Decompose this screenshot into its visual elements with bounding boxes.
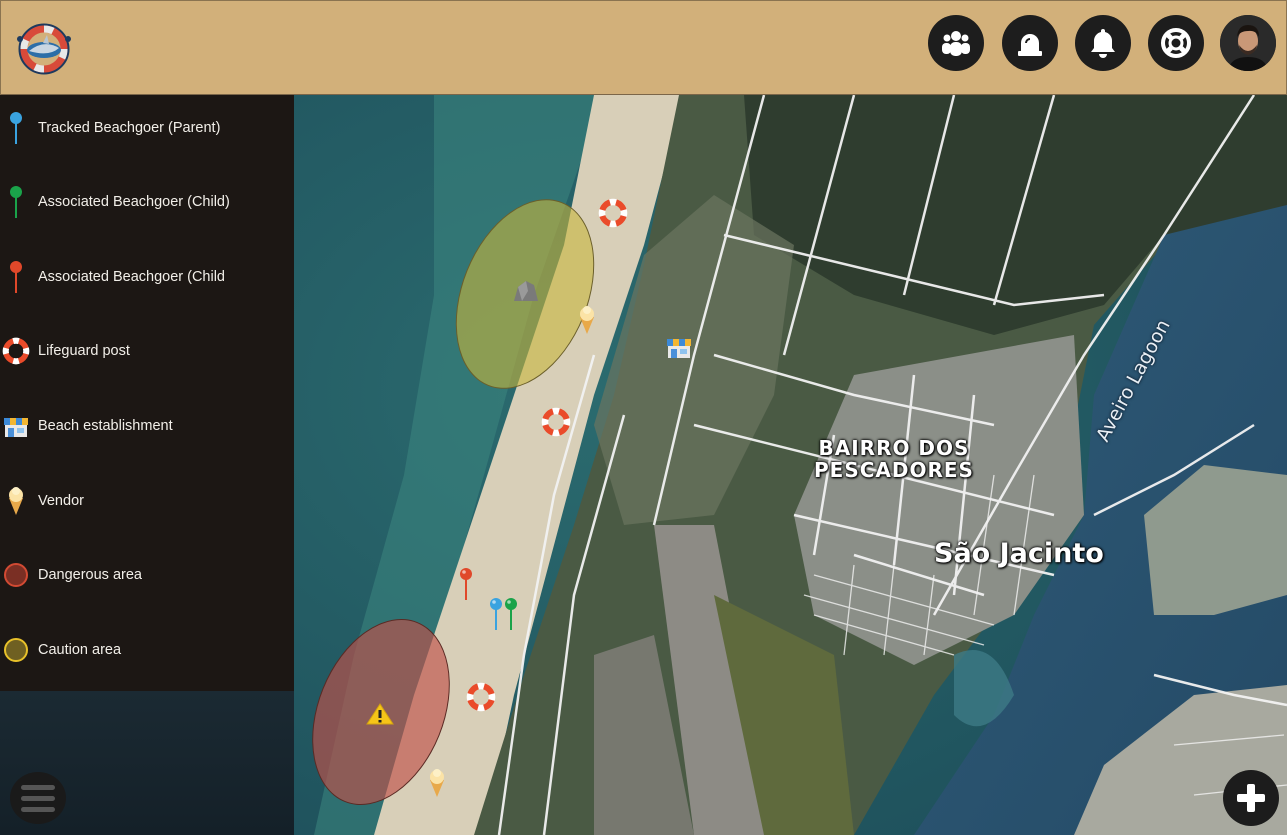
notifications-button[interactable] xyxy=(1075,15,1131,71)
lifebuoy-icon xyxy=(1161,28,1191,58)
app-logo[interactable] xyxy=(13,21,75,77)
label-sao-jacinto: São Jacinto xyxy=(934,538,1104,569)
group-icon xyxy=(942,31,970,56)
group-button[interactable] xyxy=(928,15,984,71)
top-bar xyxy=(0,0,1287,96)
bell-icon xyxy=(1091,29,1115,58)
warning-icon[interactable] xyxy=(366,702,394,726)
lifeguard-post-marker[interactable] xyxy=(598,198,628,228)
legend-label: Tracked Beachgoer (Parent) xyxy=(38,120,221,136)
user-avatar[interactable] xyxy=(1220,15,1276,71)
vendor-marker[interactable] xyxy=(577,305,597,335)
beach-establishment-marker[interactable] xyxy=(666,335,692,359)
legend-label: Associated Beachgoer (Child xyxy=(38,269,225,285)
blue-pin-icon xyxy=(2,112,30,144)
yellow-circle-icon xyxy=(2,636,30,664)
legend-label: Vendor xyxy=(38,493,84,509)
legend-label: Dangerous area xyxy=(38,567,142,583)
legend-label: Beach establishment xyxy=(38,418,173,434)
lifeguard-post-marker[interactable] xyxy=(466,682,496,712)
lifeguard-post-marker[interactable] xyxy=(541,407,571,437)
legend-label: Lifeguard post xyxy=(38,343,130,359)
lifeguard-button[interactable] xyxy=(1148,15,1204,71)
alarm-siren-icon xyxy=(1018,34,1042,56)
red-pin-icon xyxy=(2,261,30,293)
hamburger-menu-button[interactable] xyxy=(10,772,66,824)
child-red-pin-marker[interactable] xyxy=(459,567,473,601)
red-circle-icon xyxy=(2,561,30,589)
legend-item-vendor: Vendor xyxy=(0,481,294,521)
legend-item-parent: Tracked Beachgoer (Parent) xyxy=(0,108,294,148)
vendor-marker[interactable] xyxy=(427,768,447,798)
legend-label: Caution area xyxy=(38,642,122,658)
label-bairro: BAIRRO DOS PESCADORES xyxy=(814,436,974,482)
legend-label: Associated Beachgoer (Child) xyxy=(38,194,230,210)
alarm-button[interactable] xyxy=(1002,15,1058,71)
legend-item-establishment: Beach establishment xyxy=(0,406,294,446)
child-green-pin-marker[interactable] xyxy=(504,597,518,631)
hamburger-menu-icon xyxy=(21,784,55,790)
shop-icon xyxy=(2,412,30,440)
lifebuoy-icon xyxy=(2,337,30,365)
parent-blue-pin-marker[interactable] xyxy=(489,597,503,631)
green-pin-icon xyxy=(2,186,30,218)
plus-icon xyxy=(1237,784,1265,812)
legend-item-child-green: Associated Beachgoer (Child) xyxy=(0,182,294,222)
legend-item-danger: Dangerous area xyxy=(0,555,294,595)
ice-cream-icon xyxy=(2,487,30,515)
legend-item-lifeguard: Lifeguard post xyxy=(0,331,294,371)
satellite-map[interactable]: BAIRRO DOS PESCADORES São Jacinto Aveiro… xyxy=(294,95,1287,835)
map-legend: Tracked Beachgoer (Parent) Associated Be… xyxy=(0,95,294,691)
legend-item-child-red: Associated Beachgoer (Child xyxy=(0,257,294,297)
legend-item-caution: Caution area xyxy=(0,630,294,670)
add-button[interactable] xyxy=(1223,770,1279,826)
rock-icon xyxy=(514,281,538,301)
